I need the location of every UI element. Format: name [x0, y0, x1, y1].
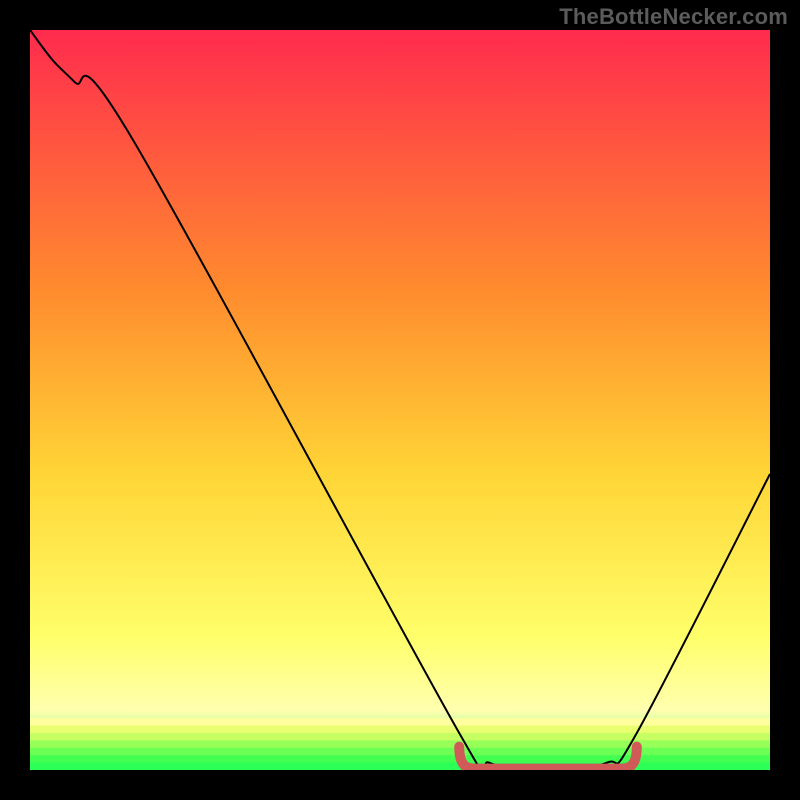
- watermark-text: TheBottleNecker.com: [559, 4, 788, 30]
- chart-frame: TheBottleNecker.com: [0, 0, 800, 800]
- gradient-curve-chart: [30, 30, 770, 770]
- bottom-banding: [30, 718, 770, 770]
- gradient-background: [30, 30, 770, 770]
- plot-area: [30, 30, 770, 770]
